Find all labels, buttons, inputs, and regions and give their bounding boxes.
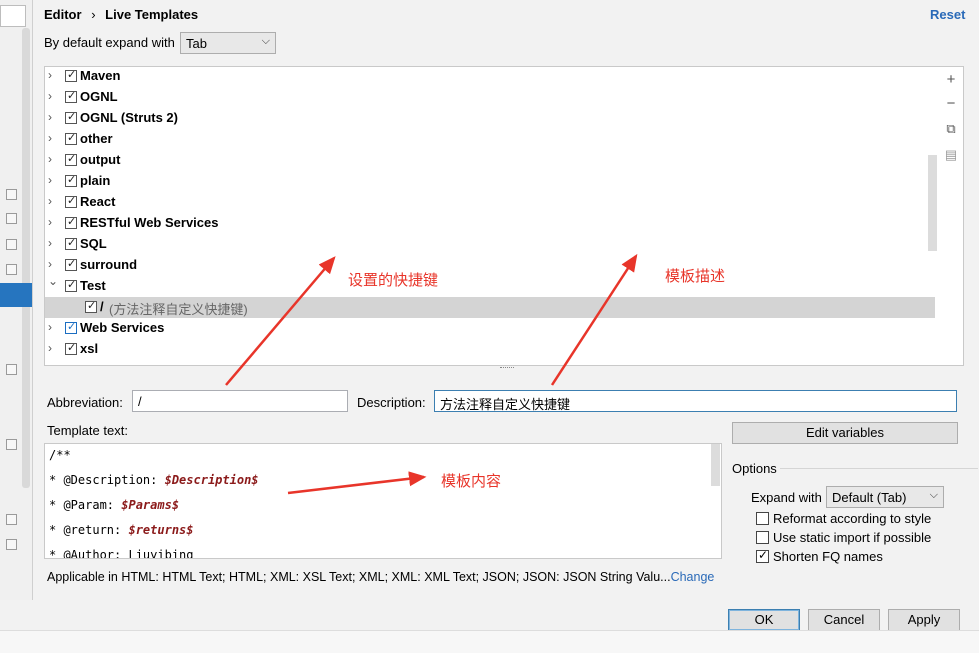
annotation-description: 模板描述 (665, 268, 726, 285)
annotation-arrows (225, 253, 638, 495)
annotation-arrow-description (550, 253, 638, 386)
annotation-content: 模板内容 (441, 473, 502, 490)
annotation-shortcut: 设置的快捷键 (348, 272, 439, 289)
annotation-arrow-content (287, 471, 427, 495)
annotation-arrow-shortcut (225, 256, 336, 386)
